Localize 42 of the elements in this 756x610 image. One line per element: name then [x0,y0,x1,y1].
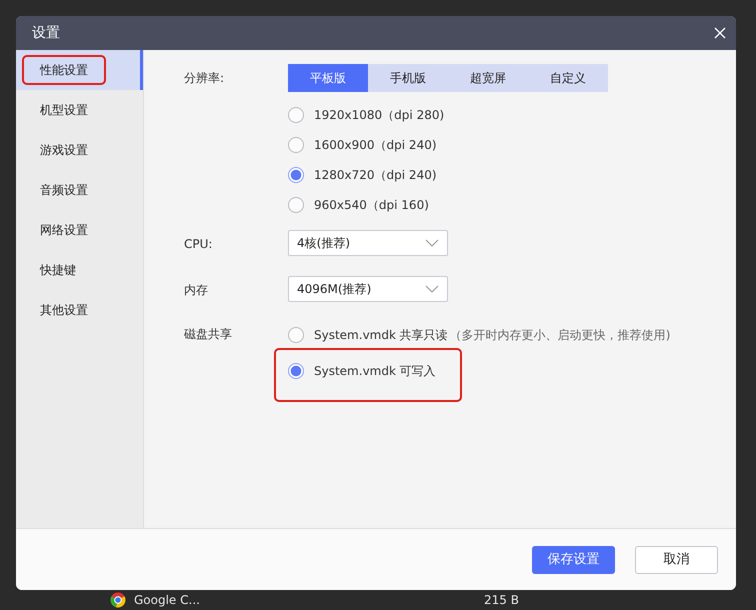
chevron-icon [425,285,439,293]
sidebar-item[interactable]: 机型设置 [16,90,143,130]
resolution-tab[interactable]: 自定义 [528,64,608,92]
cancel-button[interactable]: 取消 [635,546,718,574]
sidebar-item[interactable]: 音频设置 [16,170,143,210]
resolution-tab[interactable]: 平板版 [288,64,368,92]
field-label: 磁盘共享 [184,326,233,343]
dropdown-field[interactable]: 4096M(推荐) [288,276,448,302]
dropdown-value: 4096M(推荐) [297,281,372,298]
radio-button[interactable] [288,107,304,123]
sidebar-item[interactable]: 快捷键 [16,250,143,290]
option-label: System.vmdk 共享只读 [314,327,448,344]
option-label: 1600x900（dpi 240) [314,137,437,154]
save-button[interactable]: 保存设置 [532,546,615,574]
chevron-icon [425,239,439,247]
option-label: 960x540（dpi 160) [314,197,429,214]
radio-button[interactable] [288,137,304,153]
radio-button[interactable] [288,363,304,379]
browser-icon [110,592,126,608]
highlight-frame: 性能设置 [24,57,104,83]
field-label: 内存 [184,282,209,299]
option-label: 1280x720（dpi 240) [314,167,437,184]
dropdown-field[interactable]: 4核(推荐) [288,230,448,256]
field-label: CPU: [184,236,214,253]
field-label: 分辨率: [184,70,226,87]
dialog-title: 设置 [32,24,60,42]
radio-button[interactable] [288,197,304,213]
option-hint: （多开时内存更小、启动更快，推荐使用) [450,327,670,344]
resolution-tab[interactable]: 手机版 [368,64,448,92]
sidebar-item[interactable]: 性能设置 [16,50,143,90]
radio-button[interactable] [288,327,304,343]
file-name: Google C... [134,593,200,607]
file-size: 215 B [484,593,519,607]
sidebar-item[interactable]: 网络设置 [16,210,143,250]
radio-button[interactable] [288,167,304,183]
option-label: System.vmdk 可写入 [314,363,436,380]
sidebar-item[interactable]: 游戏设置 [16,130,143,170]
sidebar-item[interactable]: 其他设置 [16,290,143,330]
resolution-tab[interactable]: 超宽屏 [448,64,528,92]
close-icon[interactable] [714,27,726,39]
dropdown-value: 4核(推荐) [297,235,350,252]
option-label: 1920x1080（dpi 280) [314,107,444,124]
